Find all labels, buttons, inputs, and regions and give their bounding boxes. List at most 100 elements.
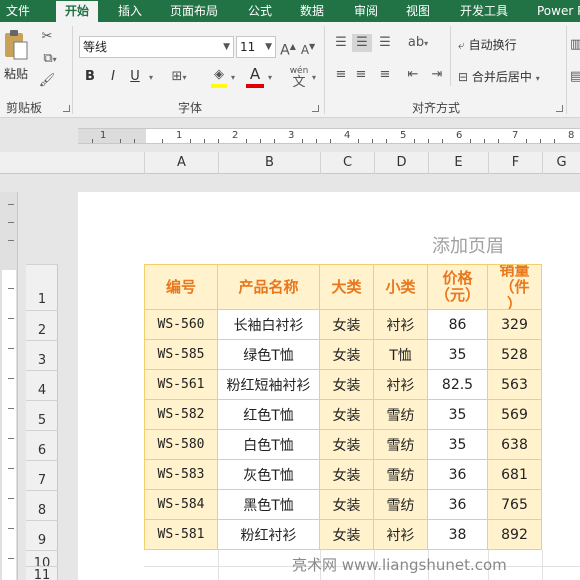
cell-subcategory[interactable]: T恤 — [374, 340, 428, 370]
cell-sales[interactable]: 329 — [488, 310, 542, 340]
add-header-placeholder[interactable]: 添加页眉 — [432, 232, 504, 258]
cell-price[interactable]: 86 — [428, 310, 488, 340]
column-header-a[interactable]: A — [144, 152, 218, 174]
alignment-launcher-icon[interactable] — [556, 105, 563, 112]
cell-subcategory[interactable]: 衬衫 — [374, 520, 428, 550]
align-left-icon[interactable]: ≡ — [332, 66, 350, 84]
tab-developer[interactable]: 开发工具 — [460, 0, 508, 22]
tab-insert[interactable]: 插入 — [118, 0, 142, 22]
underline-button[interactable]: U — [128, 68, 142, 86]
row-header-5[interactable]: 5 — [26, 400, 58, 430]
column-header-d[interactable]: D — [374, 152, 428, 174]
header-cell-category[interactable]: 大类 — [320, 264, 374, 310]
cell-sales[interactable]: 528 — [488, 340, 542, 370]
wrap-text-button[interactable]: ⤶ 自动换行 — [458, 36, 517, 53]
format-painter-icon[interactable]: 🖌 — [38, 72, 56, 90]
cell-sales[interactable]: 892 — [488, 520, 542, 550]
number-format-icon[interactable]: ▥ — [570, 36, 580, 54]
cell-price[interactable]: 38 — [428, 520, 488, 550]
align-center-icon[interactable]: ≡ — [352, 66, 370, 84]
header-cell-sales[interactable]: 销量 （件 ） — [488, 264, 542, 310]
cell-product-name[interactable]: 长袖白衬衫 — [218, 310, 320, 340]
tab-page-layout[interactable]: 页面布局 — [170, 0, 218, 22]
bold-button[interactable]: B — [83, 68, 97, 86]
font-size-combo[interactable]: 11 ▼ — [236, 36, 276, 58]
cell-product-name[interactable]: 黑色T恤 — [218, 490, 320, 520]
column-header-b[interactable]: B — [218, 152, 320, 174]
align-right-icon[interactable]: ≡ — [376, 66, 394, 84]
row-header-4[interactable]: 4 — [26, 370, 58, 400]
cell-category[interactable]: 女装 — [320, 430, 374, 460]
cell-subcategory[interactable]: 雪纺 — [374, 430, 428, 460]
cell-sales[interactable]: 681 — [488, 460, 542, 490]
font-name-combo[interactable]: 等线 ▼ — [79, 36, 234, 58]
cell-id[interactable]: WS-585 — [144, 340, 218, 370]
tab-file[interactable]: 文件 — [6, 0, 30, 22]
column-header-c[interactable]: C — [320, 152, 374, 174]
cell-sales[interactable]: 563 — [488, 370, 542, 400]
cell-subcategory[interactable]: 雪纺 — [374, 460, 428, 490]
row-header-3[interactable]: 3 — [26, 340, 58, 370]
header-cell-price[interactable]: 价格 （元） — [428, 264, 488, 310]
row-header-6[interactable]: 6 — [26, 430, 58, 460]
header-cell-id[interactable]: 编号 — [144, 264, 218, 310]
cell-id[interactable]: WS-583 — [144, 460, 218, 490]
borders-icon[interactable]: ⊞▾ — [166, 68, 192, 87]
increase-indent-icon[interactable]: ⇥ — [428, 66, 446, 84]
row-header-11[interactable]: 11 — [26, 566, 58, 580]
fill-color-icon[interactable]: ◈ — [210, 66, 228, 84]
font-launcher-icon[interactable] — [312, 105, 319, 112]
currency-icon[interactable]: ▤ — [570, 68, 580, 86]
cell-sales[interactable]: 765 — [488, 490, 542, 520]
italic-button[interactable]: I — [106, 68, 120, 86]
chevron-down-icon[interactable]: ▾ — [310, 68, 318, 87]
cell-category[interactable]: 女装 — [320, 400, 374, 430]
tab-power-pivot[interactable]: Power P — [537, 0, 580, 22]
decrease-indent-icon[interactable]: ⇤ — [404, 66, 422, 84]
cell-sales[interactable]: 638 — [488, 430, 542, 460]
chevron-down-icon[interactable]: ▾ — [229, 68, 237, 87]
cell-price[interactable]: 35 — [428, 400, 488, 430]
align-middle-icon[interactable]: ☰ — [352, 34, 372, 52]
align-top-icon[interactable]: ☰ — [332, 34, 350, 52]
cell-id[interactable]: WS-561 — [144, 370, 218, 400]
row-header-9[interactable]: 9 — [26, 520, 58, 550]
cell-price[interactable]: 35 — [428, 340, 488, 370]
cell-id[interactable]: WS-580 — [144, 430, 218, 460]
paste-button[interactable]: 粘贴 — [2, 28, 30, 84]
cell-product-name[interactable]: 红色T恤 — [218, 400, 320, 430]
cell-id[interactable]: WS-581 — [144, 520, 218, 550]
cell-category[interactable]: 女装 — [320, 370, 374, 400]
cell-sales[interactable]: 569 — [488, 400, 542, 430]
cell-subcategory[interactable]: 雪纺 — [374, 490, 428, 520]
cell-id[interactable]: WS-584 — [144, 490, 218, 520]
chevron-down-icon[interactable]: ▾ — [266, 68, 274, 87]
tab-home[interactable]: 开始 — [56, 1, 98, 22]
cell-price[interactable]: 36 — [428, 490, 488, 520]
chevron-down-icon[interactable]: ▾ — [146, 68, 156, 87]
orientation-icon[interactable]: ab▾ — [404, 34, 432, 53]
cut-icon[interactable]: ✂ — [38, 28, 56, 46]
tab-formulas[interactable]: 公式 — [248, 0, 272, 22]
font-color-icon[interactable]: A — [246, 65, 264, 83]
column-header-f[interactable]: F — [488, 152, 542, 174]
header-cell-product-name[interactable]: 产品名称 — [218, 264, 320, 310]
clipboard-launcher-icon[interactable] — [63, 105, 70, 112]
cell-category[interactable]: 女装 — [320, 520, 374, 550]
row-header-8[interactable]: 8 — [26, 490, 58, 520]
cell-id[interactable]: WS-560 — [144, 310, 218, 340]
row-header-10[interactable]: 10 — [26, 550, 58, 571]
tab-review[interactable]: 审阅 — [354, 0, 378, 22]
cell-subcategory[interactable]: 衬衫 — [374, 310, 428, 340]
cell-subcategory[interactable]: 衬衫 — [374, 370, 428, 400]
row-header-2[interactable]: 2 — [26, 310, 58, 340]
copy-icon[interactable]: ⧉▾ — [38, 50, 62, 69]
cell-id[interactable]: WS-582 — [144, 400, 218, 430]
align-bottom-icon[interactable]: ☰ — [376, 34, 394, 52]
cell-category[interactable]: 女装 — [320, 490, 374, 520]
cell-price[interactable]: 82.5 — [428, 370, 488, 400]
cell-price[interactable]: 35 — [428, 430, 488, 460]
grow-font-icon[interactable]: A▲ — [280, 38, 296, 60]
cell-category[interactable]: 女装 — [320, 340, 374, 370]
column-header-g[interactable]: G — [542, 152, 580, 174]
